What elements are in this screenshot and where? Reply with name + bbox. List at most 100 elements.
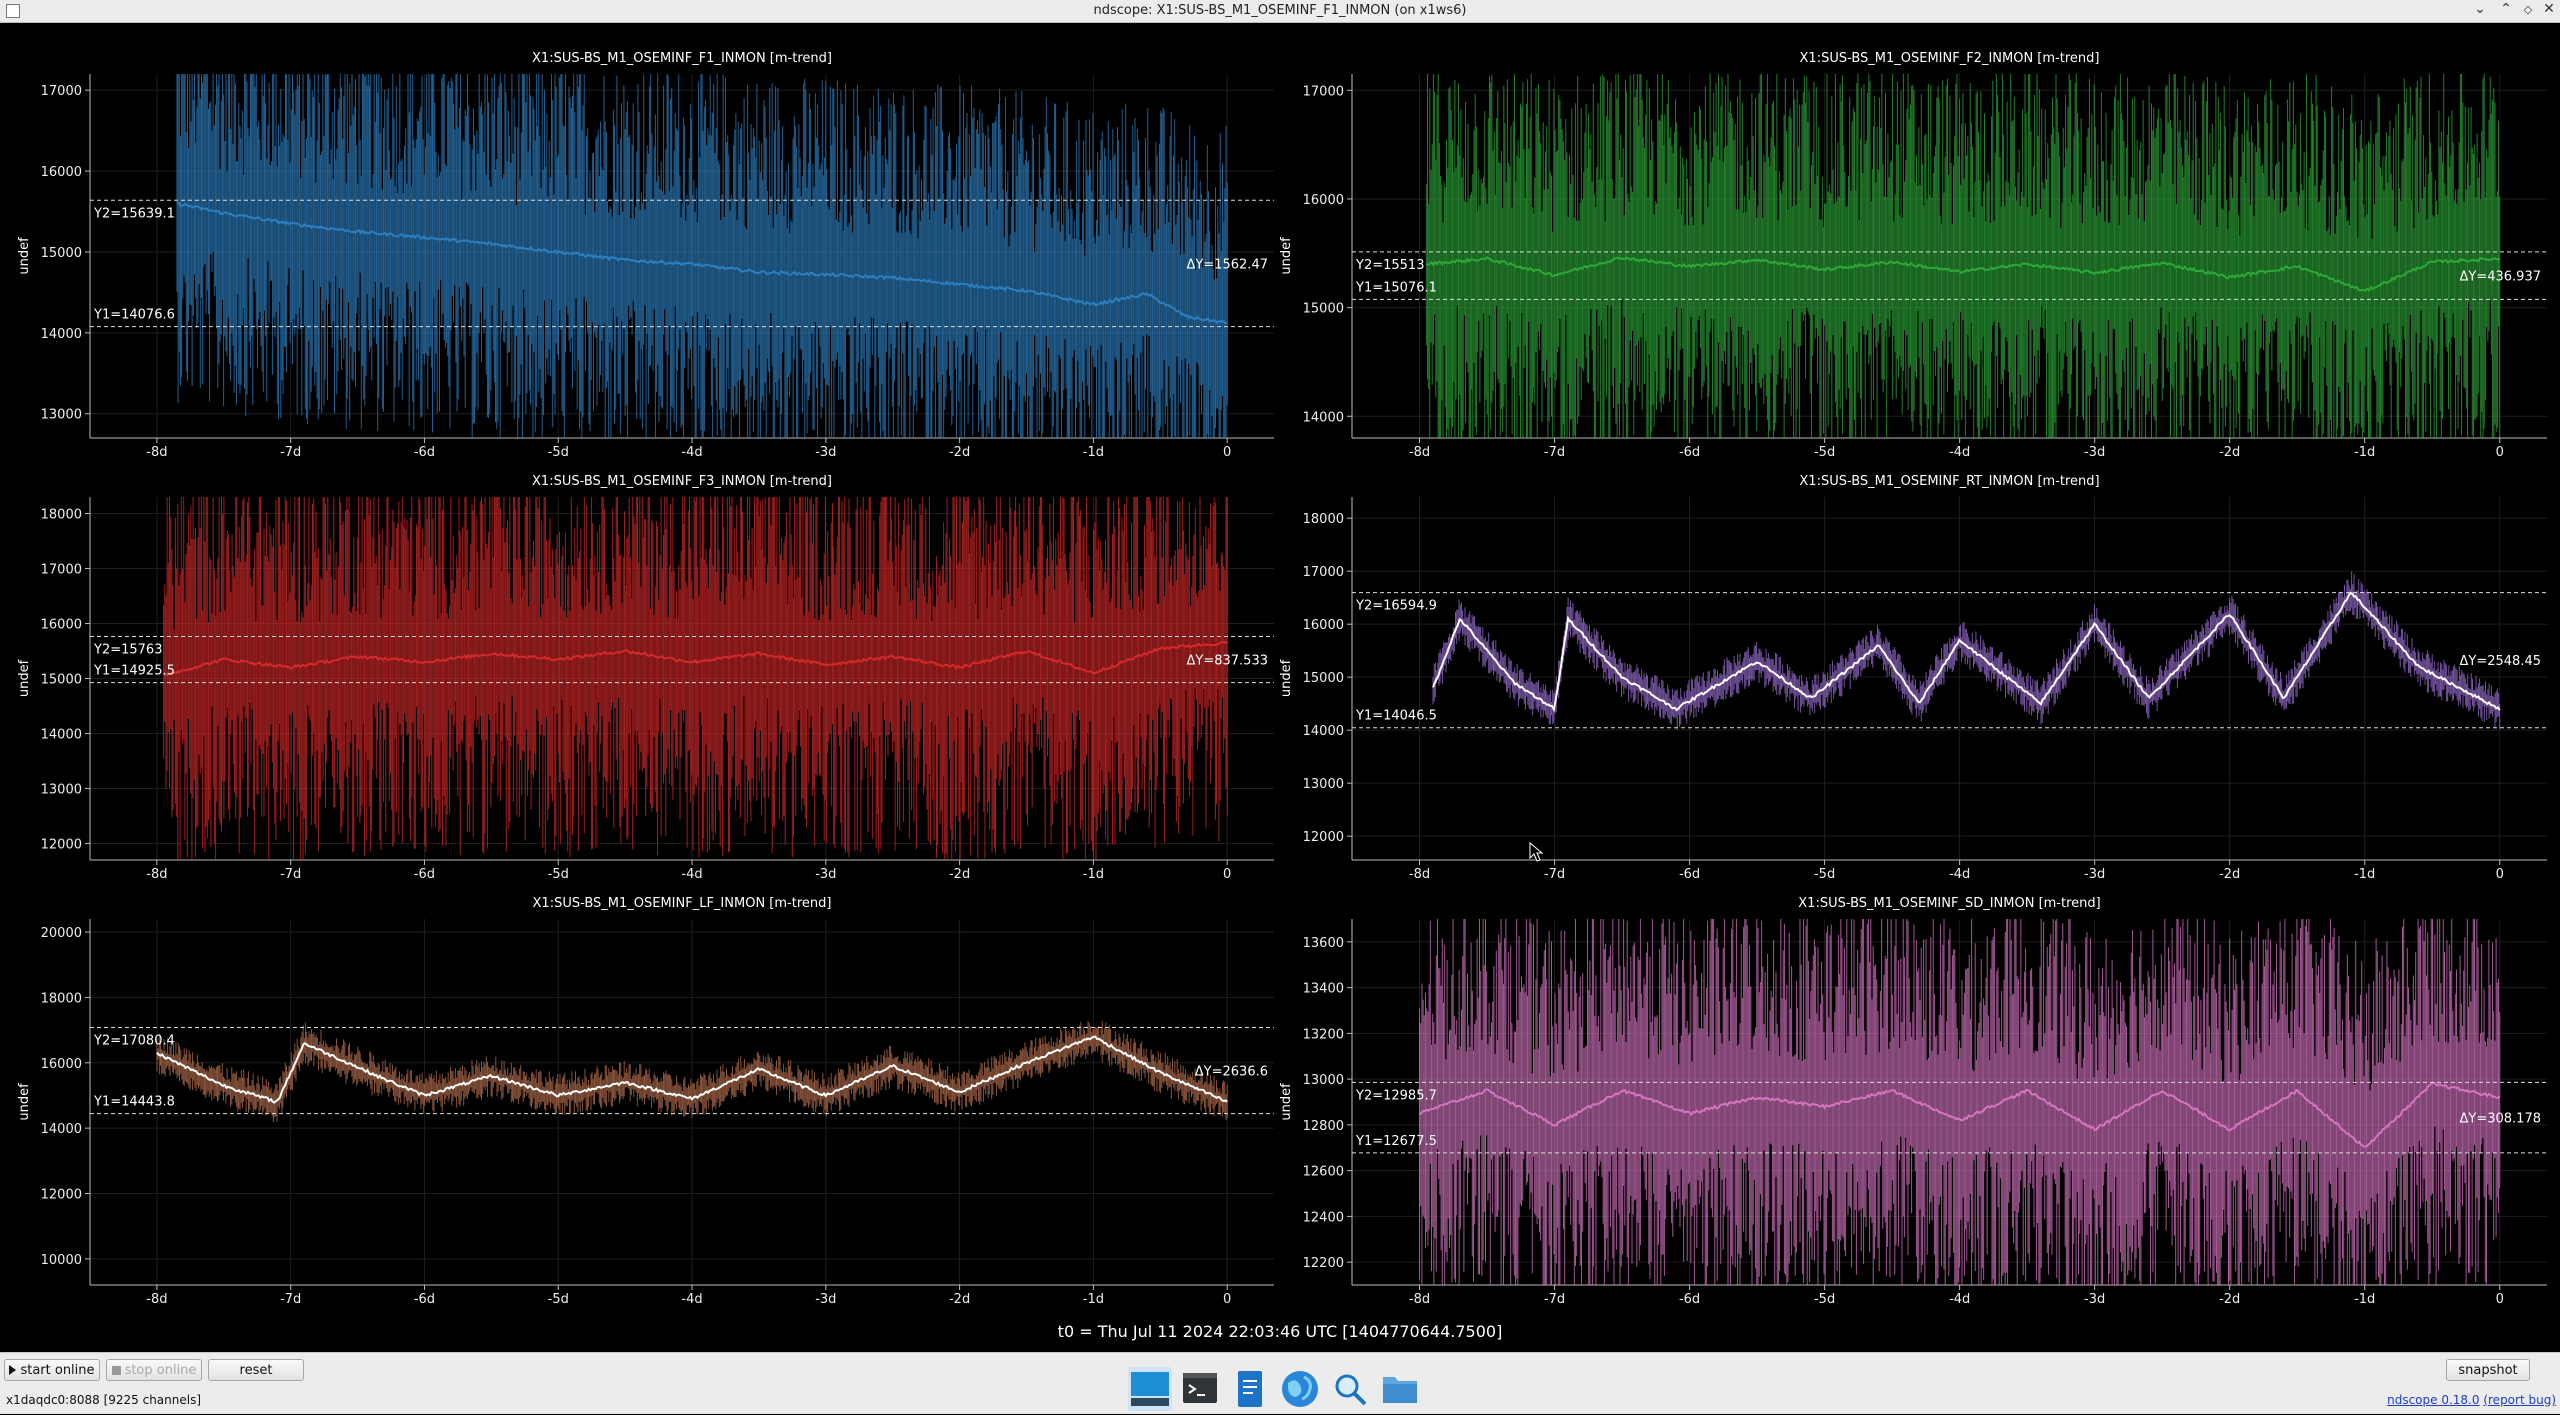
stop-icon (111, 1366, 121, 1375)
chart-title: X1:SUS-BS_M1_OSEMINF_F1_INMON [m-trend] (532, 51, 832, 66)
x-tick-label: -3d (815, 445, 836, 460)
x-tick-label: -6d (414, 445, 435, 460)
chart-title: X1:SUS-BS_M1_OSEMINF_F2_INMON [m-trend] (1800, 51, 2100, 66)
y-tick-label: 16000 (41, 618, 82, 633)
chart-panel-5: X1:SUS-BS_M1_OSEMINF_LF_INMON [m-trend] u… (17, 896, 1274, 1307)
x-tick-label: 0 (1223, 445, 1231, 460)
maximize-icon[interactable]: ⌃ (2497, 1, 2515, 17)
stop-online-label: stop online (124, 1363, 197, 1378)
start-online-button[interactable]: start online (4, 1359, 100, 1381)
x-tick-label: -3d (815, 867, 836, 882)
x-tick-label: -6d (414, 867, 435, 882)
y-tick-label: 12400 (1303, 1210, 1344, 1225)
x-tick-label: -4d (681, 867, 702, 882)
y-tick-label: 13000 (41, 783, 82, 798)
y-tick-label: 13000 (1303, 777, 1344, 792)
x-tick-label: -8d (1409, 867, 1430, 882)
x-tick-label: -1d (1083, 867, 1104, 882)
cursor-delta-label: ΔY=436.937 (2460, 270, 2542, 285)
cursor-delta-label: ΔY=2636.6 (1195, 1065, 1268, 1080)
y-tick-label: 10000 (41, 1253, 82, 1268)
report-bug-link[interactable]: (report bug) (2483, 1393, 2556, 1407)
y-axis-label: undef (1279, 659, 1294, 697)
chart-title: X1:SUS-BS_M1_OSEMINF_RT_INMON [m-trend] (1799, 474, 2099, 489)
x-tick-label: 0 (1223, 867, 1231, 882)
y-tick-label: 17000 (1303, 565, 1344, 580)
y-tick-label: 12000 (41, 1188, 82, 1203)
cursor-y1-label: Y1=14443.8 (93, 1095, 175, 1110)
search-icon[interactable] (1328, 1367, 1372, 1411)
cursor-y2-label: Y2=15763 (93, 643, 162, 658)
cursor-y1-label: Y1=12677.5 (1355, 1134, 1437, 1149)
y-tick-label: 15000 (41, 673, 82, 688)
x-tick-label: -1d (1083, 445, 1104, 460)
cursor-delta-label: ΔY=1562.47 (1187, 257, 1269, 272)
chart-panel-2: X1:SUS-BS_M1_OSEMINF_F2_INMON [m-trend] u… (1279, 51, 2547, 460)
x-tick-label: -2d (2219, 867, 2240, 882)
x-tick-label: -7d (280, 1292, 301, 1307)
x-tick-label: -5d (548, 445, 569, 460)
y-tick-label: 15000 (41, 246, 82, 261)
close-icon[interactable]: ✕ (2540, 1, 2558, 17)
version-info: ndscope 0.18.0 (report bug) (2387, 1393, 2556, 1407)
x-tick-label: -3d (2084, 867, 2105, 882)
y-tick-label: 14000 (41, 1122, 82, 1137)
x-tick-label: -4d (1949, 867, 1970, 882)
desktop-icon[interactable] (1128, 1367, 1172, 1411)
x-tick-label: -5d (1814, 445, 1835, 460)
y-tick-label: 15000 (1303, 671, 1344, 686)
x-tick-label: -5d (1814, 1292, 1835, 1307)
y-axis-label: undef (17, 659, 32, 697)
restore-icon[interactable]: ◇ (2519, 3, 2537, 16)
y-tick-label: 18000 (41, 508, 82, 523)
web-browser-icon[interactable] (1278, 1367, 1322, 1411)
cursor-delta-label: ΔY=2548.45 (2460, 654, 2542, 669)
cursor-y2-label: Y2=12985.7 (1355, 1088, 1437, 1103)
bottom-toolbar: start online stop online reset snapshot … (0, 1352, 2560, 1414)
x-tick-label: -8d (146, 867, 167, 882)
start-online-label: start online (20, 1363, 95, 1378)
terminal-icon[interactable] (1178, 1367, 1222, 1411)
y-tick-label: 17000 (1303, 84, 1344, 99)
y-tick-label: 13400 (1303, 982, 1344, 997)
text-editor-icon[interactable] (1228, 1367, 1272, 1411)
x-tick-label: -2d (949, 445, 970, 460)
y-tick-label: 16000 (41, 165, 82, 180)
window-title: ndscope: X1:SUS-BS_M1_OSEMINF_F1_INMON (… (1093, 3, 1467, 18)
x-tick-label: -3d (2084, 445, 2105, 460)
y-axis-label: undef (17, 1083, 32, 1121)
x-tick-label: 0 (2496, 1292, 2504, 1307)
cursor-y2-label: Y2=15513 (1355, 258, 1424, 273)
chart-panel-3: X1:SUS-BS_M1_OSEMINF_F3_INMON [m-trend] u… (17, 474, 1274, 882)
minimize-icon[interactable]: ⌄ (2471, 1, 2489, 17)
x-tick-label: -4d (681, 1292, 702, 1307)
version-link[interactable]: ndscope 0.18.0 (2387, 1393, 2479, 1407)
snapshot-button[interactable]: snapshot (2446, 1359, 2530, 1381)
cursor-y1-label: Y1=14076.6 (93, 308, 175, 323)
file-manager-icon[interactable] (1378, 1367, 1422, 1411)
x-tick-label: -1d (2354, 445, 2375, 460)
y-tick-label: 16000 (41, 1057, 82, 1072)
series-band (1432, 571, 2501, 730)
x-tick-label: -7d (1544, 1292, 1565, 1307)
x-tick-label: -8d (146, 1292, 167, 1307)
chart-title: X1:SUS-BS_M1_OSEMINF_SD_INMON [m-trend] (1798, 896, 2100, 911)
y-tick-label: 12000 (1303, 830, 1344, 845)
plots-area[interactable]: X1:SUS-BS_M1_OSEMINF_F1_INMON [m-trend] u… (0, 22, 2560, 1312)
cursor-y1-label: Y1=14925.5 (93, 664, 175, 679)
reset-button[interactable]: reset (208, 1359, 304, 1381)
y-tick-label: 12800 (1303, 1119, 1344, 1134)
y-tick-label: 13000 (41, 408, 82, 423)
x-tick-label: -1d (1083, 1292, 1104, 1307)
x-tick-label: -8d (146, 445, 167, 460)
chart-panel-4: X1:SUS-BS_M1_OSEMINF_RT_INMON [m-trend] u… (1279, 474, 2547, 882)
x-tick-label: -5d (548, 867, 569, 882)
x-tick-label: -7d (1544, 445, 1565, 460)
x-tick-label: -1d (2354, 867, 2375, 882)
y-tick-label: 12600 (1303, 1165, 1344, 1180)
x-tick-label: -5d (1814, 867, 1835, 882)
y-tick-label: 16000 (1303, 618, 1344, 633)
cursor-y1-label: Y1=14046.5 (1355, 709, 1437, 724)
series-band (176, 74, 1228, 438)
y-tick-label: 15000 (1303, 302, 1344, 317)
